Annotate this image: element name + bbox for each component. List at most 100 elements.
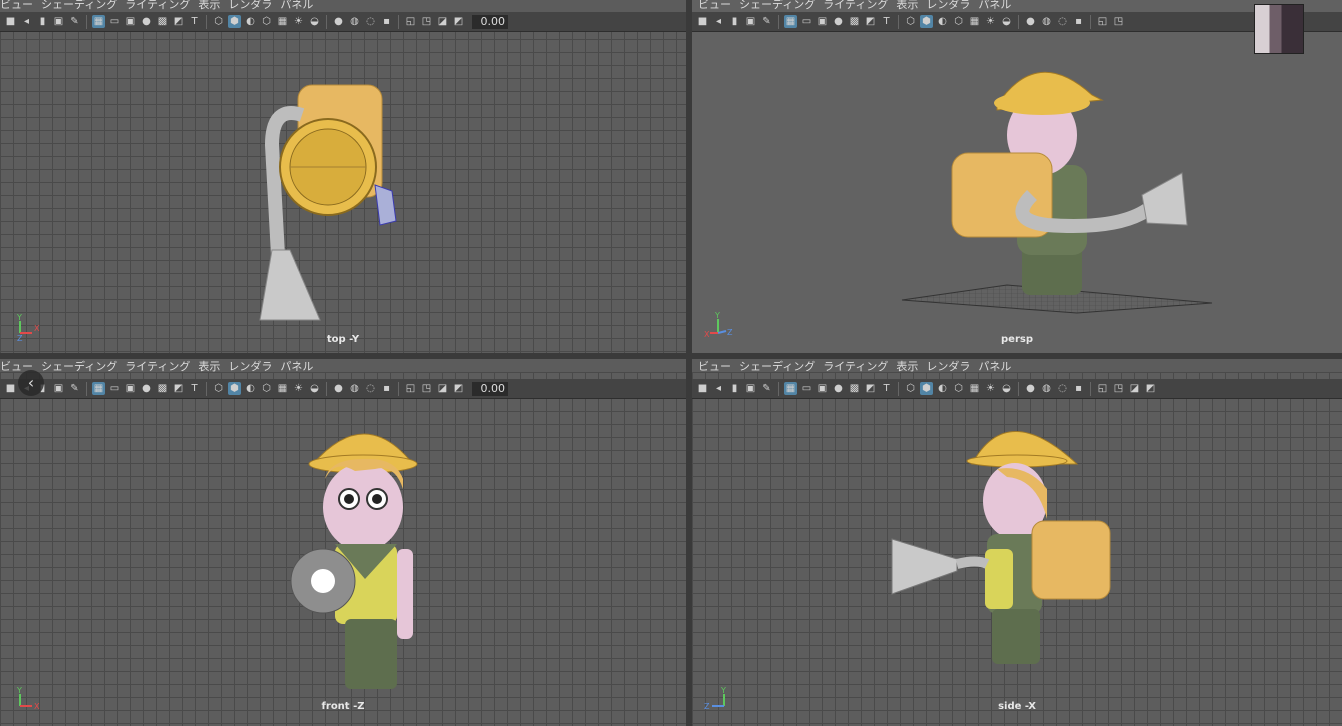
safe-action-icon[interactable]: ◩ <box>864 15 877 28</box>
field-chart-icon[interactable]: ▩ <box>156 15 169 28</box>
exposure-field[interactable]: 0.00 <box>472 14 508 29</box>
field-chart-icon[interactable]: ▩ <box>848 382 861 395</box>
resolution-gate-icon[interactable]: ▣ <box>816 15 829 28</box>
menu-shading[interactable]: シェーディング <box>739 0 823 12</box>
isolate-select-icon[interactable]: ◱ <box>1096 15 1109 28</box>
2d-pan-icon[interactable]: ✎ <box>68 15 81 28</box>
smooth-shade-icon[interactable]: ⬢ <box>920 15 933 28</box>
depth-of-field-icon[interactable]: ▪ <box>380 15 393 28</box>
ambient-occlusion-icon[interactable]: ● <box>1024 382 1037 395</box>
wireframe-icon[interactable]: ⬡ <box>212 382 225 395</box>
image-plane-icon[interactable]: ▣ <box>52 15 65 28</box>
default-material-icon[interactable]: ◐ <box>936 15 949 28</box>
gate-mask-icon[interactable]: ● <box>140 15 153 28</box>
smooth-shade-icon[interactable]: ⬢ <box>228 382 241 395</box>
smooth-shade-icon[interactable]: ⬢ <box>228 15 241 28</box>
xray-icon[interactable]: ◳ <box>420 382 433 395</box>
grid-icon[interactable]: ▦ <box>784 15 797 28</box>
image-plane-icon[interactable]: ▣ <box>744 15 757 28</box>
grid-icon[interactable]: ▦ <box>92 15 105 28</box>
gate-mask-icon[interactable]: ● <box>832 15 845 28</box>
ambient-occlusion-icon[interactable]: ● <box>332 382 345 395</box>
anti-alias-icon[interactable]: ◌ <box>364 15 377 28</box>
textured-icon[interactable]: ▦ <box>968 15 981 28</box>
menu-renderer[interactable]: レンダラ <box>228 359 280 374</box>
safe-action-icon[interactable]: ◩ <box>172 15 185 28</box>
2d-pan-icon[interactable]: ✎ <box>68 382 81 395</box>
resolution-gate-icon[interactable]: ▣ <box>816 382 829 395</box>
isolate-select-icon[interactable]: ◱ <box>1096 382 1109 395</box>
safe-action-icon[interactable]: ◩ <box>864 382 877 395</box>
camera-attributes-icon[interactable]: ◂ <box>20 15 33 28</box>
viewport-front[interactable]: ビュー シェーディング ライティング 表示 レンダラ パネル ■ ◂ ▮ ▣ ✎… <box>0 359 686 726</box>
back-arrow-icon[interactable]: ‹ <box>18 370 44 396</box>
motion-blur-icon[interactable]: ◍ <box>1040 382 1053 395</box>
lights-icon[interactable]: ☀ <box>292 382 305 395</box>
menu-display[interactable]: 表示 <box>896 0 926 12</box>
default-material-icon[interactable]: ◐ <box>244 15 257 28</box>
menu-panels[interactable]: パネル <box>978 359 1019 374</box>
ambient-occlusion-icon[interactable]: ● <box>1024 15 1037 28</box>
grid-icon[interactable]: ▦ <box>784 382 797 395</box>
field-chart-icon[interactable]: ▩ <box>156 382 169 395</box>
wireframe-on-shaded-icon[interactable]: ⬡ <box>260 15 273 28</box>
lights-icon[interactable]: ☀ <box>984 15 997 28</box>
bookmark-icon[interactable]: ▮ <box>728 382 741 395</box>
safe-title-icon[interactable]: T <box>880 15 893 28</box>
default-material-icon[interactable]: ◐ <box>936 382 949 395</box>
wireframe-icon[interactable]: ⬡ <box>904 15 917 28</box>
menu-view[interactable]: ビュー <box>698 359 739 374</box>
menu-renderer[interactable]: レンダラ <box>926 359 978 374</box>
film-gate-icon[interactable]: ▭ <box>108 15 121 28</box>
xray-icon[interactable]: ◳ <box>1112 382 1125 395</box>
xray-active-icon[interactable]: ◩ <box>452 15 465 28</box>
menu-panels[interactable]: パネル <box>280 359 321 374</box>
resolution-gate-icon[interactable]: ▣ <box>124 382 137 395</box>
viewport-side[interactable]: ビュー シェーディング ライティング 表示 レンダラ パネル ■ ◂ ▮ ▣ ✎… <box>692 359 1342 726</box>
menu-view[interactable]: ビュー <box>698 0 739 12</box>
safe-title-icon[interactable]: T <box>880 382 893 395</box>
smooth-shade-icon[interactable]: ⬢ <box>920 382 933 395</box>
anti-alias-icon[interactable]: ◌ <box>1056 382 1069 395</box>
lights-icon[interactable]: ☀ <box>292 15 305 28</box>
safe-title-icon[interactable]: T <box>188 15 201 28</box>
lights-icon[interactable]: ☀ <box>984 382 997 395</box>
select-camera-icon[interactable]: ■ <box>4 15 17 28</box>
gate-mask-icon[interactable]: ● <box>832 382 845 395</box>
xray-joints-icon[interactable]: ◪ <box>436 382 449 395</box>
shadows-icon[interactable]: ◒ <box>1000 15 1013 28</box>
safe-title-icon[interactable]: T <box>188 382 201 395</box>
depth-of-field-icon[interactable]: ▪ <box>1072 382 1085 395</box>
wireframe-icon[interactable]: ⬡ <box>212 15 225 28</box>
shadows-icon[interactable]: ◒ <box>1000 382 1013 395</box>
xray-icon[interactable]: ◳ <box>1112 15 1125 28</box>
depth-of-field-icon[interactable]: ▪ <box>380 382 393 395</box>
field-chart-icon[interactable]: ▩ <box>848 15 861 28</box>
menu-display[interactable]: 表示 <box>896 359 926 374</box>
menu-renderer[interactable]: レンダラ <box>228 0 280 12</box>
viewport-persp[interactable]: ビュー シェーディング ライティング 表示 レンダラ パネル ■ ◂ ▮ ▣ ✎… <box>692 0 1342 353</box>
xray-joints-icon[interactable]: ◪ <box>1128 382 1141 395</box>
select-camera-icon[interactable]: ■ <box>696 382 709 395</box>
default-material-icon[interactable]: ◐ <box>244 382 257 395</box>
menu-lighting[interactable]: ライティング <box>823 359 896 374</box>
textured-icon[interactable]: ▦ <box>968 382 981 395</box>
textured-icon[interactable]: ▦ <box>276 382 289 395</box>
depth-of-field-icon[interactable]: ▪ <box>1072 15 1085 28</box>
grid-icon[interactable]: ▦ <box>92 382 105 395</box>
ambient-occlusion-icon[interactable]: ● <box>332 15 345 28</box>
menu-shading[interactable]: シェーディング <box>41 0 125 12</box>
pane-divider-vertical[interactable] <box>686 0 692 726</box>
menu-display[interactable]: 表示 <box>198 0 228 12</box>
motion-blur-icon[interactable]: ◍ <box>1040 15 1053 28</box>
wireframe-icon[interactable]: ⬡ <box>904 382 917 395</box>
camera-attributes-icon[interactable]: ◂ <box>712 382 725 395</box>
exposure-field[interactable]: 0.00 <box>472 381 508 396</box>
pane-divider-horizontal[interactable] <box>0 353 1342 359</box>
anti-alias-icon[interactable]: ◌ <box>364 382 377 395</box>
bookmark-icon[interactable]: ▮ <box>36 15 49 28</box>
menu-shading[interactable]: シェーディング <box>739 359 823 374</box>
xray-active-icon[interactable]: ◩ <box>1144 382 1157 395</box>
wireframe-on-shaded-icon[interactable]: ⬡ <box>952 382 965 395</box>
shadows-icon[interactable]: ◒ <box>308 15 321 28</box>
